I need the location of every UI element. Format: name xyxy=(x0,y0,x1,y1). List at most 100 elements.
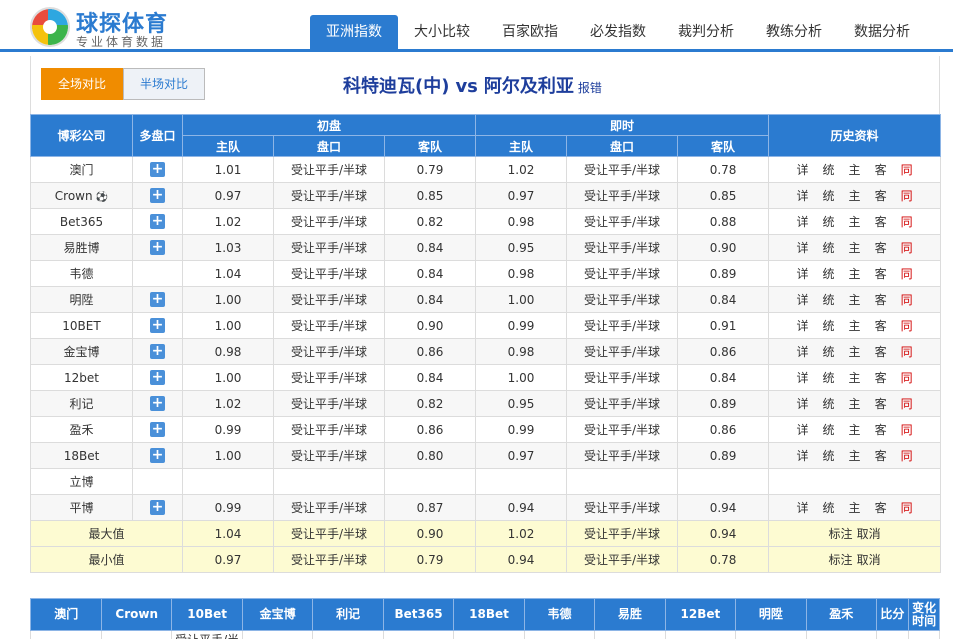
expand-plus-icon[interactable]: + xyxy=(150,370,165,385)
history-link-4[interactable]: 同 xyxy=(901,293,913,307)
history-link-0[interactable]: 详 xyxy=(797,189,809,203)
report-error-link[interactable]: 报错 xyxy=(578,81,602,95)
history-link-4[interactable]: 同 xyxy=(901,423,913,437)
history-link-2[interactable]: 主 xyxy=(849,215,861,229)
company-name[interactable]: 12bet xyxy=(30,364,133,391)
history-link-2[interactable]: 主 xyxy=(849,501,861,515)
history-link-2[interactable]: 主 xyxy=(849,163,861,177)
expand-plus-icon[interactable]: + xyxy=(150,188,165,203)
expand-plus-icon[interactable]: + xyxy=(150,318,165,333)
half-match-toggle[interactable]: 半场对比 xyxy=(123,68,205,100)
expand-plus-icon[interactable]: + xyxy=(150,292,165,307)
history-link-1[interactable]: 统 xyxy=(823,189,835,203)
history-link-3[interactable]: 客 xyxy=(875,319,887,333)
history-link-1[interactable]: 统 xyxy=(823,267,835,281)
history-link-3[interactable]: 客 xyxy=(875,189,887,203)
history-link-2[interactable]: 主 xyxy=(849,423,861,437)
history-link-0[interactable]: 详 xyxy=(797,319,809,333)
history-link-4[interactable]: 同 xyxy=(901,241,913,255)
history-link-2[interactable]: 主 xyxy=(849,267,861,281)
nav-tab-0[interactable]: 亚洲指数 xyxy=(310,15,398,49)
history-link-3[interactable]: 客 xyxy=(875,345,887,359)
history-link-4[interactable]: 同 xyxy=(901,501,913,515)
history-link-2[interactable]: 主 xyxy=(849,397,861,411)
history-link-4[interactable]: 同 xyxy=(901,189,913,203)
company-name[interactable]: 10BET xyxy=(30,312,133,339)
expand-plus-icon[interactable]: + xyxy=(150,396,165,411)
history-link-1[interactable]: 统 xyxy=(823,163,835,177)
nav-tab-5[interactable]: 教练分析 xyxy=(750,15,838,49)
company-name[interactable]: 澳门 xyxy=(30,156,133,183)
site-logo[interactable]: 球探体育 专业体育数据 xyxy=(30,6,190,50)
mark-button[interactable]: 标注 xyxy=(829,553,853,567)
history-link-0[interactable]: 详 xyxy=(797,423,809,437)
history-link-2[interactable]: 主 xyxy=(849,241,861,255)
history-link-2[interactable]: 主 xyxy=(849,449,861,463)
company-name[interactable]: Bet365 xyxy=(30,208,133,235)
history-link-1[interactable]: 统 xyxy=(823,215,835,229)
history-link-4[interactable]: 同 xyxy=(901,319,913,333)
history-link-0[interactable]: 详 xyxy=(797,267,809,281)
company-name[interactable]: 易胜博 xyxy=(30,234,133,261)
history-link-2[interactable]: 主 xyxy=(849,293,861,307)
history-link-1[interactable]: 统 xyxy=(823,423,835,437)
history-link-3[interactable]: 客 xyxy=(875,397,887,411)
history-link-0[interactable]: 详 xyxy=(797,449,809,463)
nav-tab-2[interactable]: 百家欧指 xyxy=(486,15,574,49)
history-link-1[interactable]: 统 xyxy=(823,371,835,385)
expand-plus-icon[interactable]: + xyxy=(150,422,165,437)
history-link-4[interactable]: 同 xyxy=(901,449,913,463)
mark-button[interactable]: 标注 xyxy=(829,527,853,541)
company-name[interactable]: 18Bet xyxy=(30,442,133,469)
history-link-3[interactable]: 客 xyxy=(875,215,887,229)
history-link-0[interactable]: 详 xyxy=(797,501,809,515)
history-link-0[interactable]: 详 xyxy=(797,345,809,359)
nav-tab-3[interactable]: 必发指数 xyxy=(574,15,662,49)
history-link-2[interactable]: 主 xyxy=(849,345,861,359)
history-link-2[interactable]: 主 xyxy=(849,319,861,333)
expand-plus-icon[interactable]: + xyxy=(150,214,165,229)
history-link-3[interactable]: 客 xyxy=(875,371,887,385)
history-link-0[interactable]: 详 xyxy=(797,163,809,177)
history-link-2[interactable]: 主 xyxy=(849,189,861,203)
company-name[interactable]: 立博 xyxy=(30,468,133,495)
history-link-1[interactable]: 统 xyxy=(823,319,835,333)
history-link-3[interactable]: 客 xyxy=(875,449,887,463)
history-link-2[interactable]: 主 xyxy=(849,371,861,385)
company-name[interactable]: 明陞 xyxy=(30,286,133,313)
history-link-3[interactable]: 客 xyxy=(875,163,887,177)
expand-plus-icon[interactable]: + xyxy=(150,162,165,177)
history-link-4[interactable]: 同 xyxy=(901,345,913,359)
history-link-1[interactable]: 统 xyxy=(823,501,835,515)
history-link-3[interactable]: 客 xyxy=(875,293,887,307)
nav-tab-4[interactable]: 裁判分析 xyxy=(662,15,750,49)
history-link-1[interactable]: 统 xyxy=(823,449,835,463)
company-name[interactable]: 金宝博 xyxy=(30,338,133,365)
company-name[interactable]: 平博 xyxy=(30,494,133,521)
history-link-4[interactable]: 同 xyxy=(901,397,913,411)
company-name[interactable]: 利记 xyxy=(30,390,133,417)
history-link-0[interactable]: 详 xyxy=(797,371,809,385)
expand-plus-icon[interactable]: + xyxy=(150,344,165,359)
history-link-0[interactable]: 详 xyxy=(797,215,809,229)
company-name[interactable]: Crown ⚽ xyxy=(30,182,133,209)
history-link-3[interactable]: 客 xyxy=(875,423,887,437)
nav-tab-1[interactable]: 大小比较 xyxy=(398,15,486,49)
history-link-3[interactable]: 客 xyxy=(875,501,887,515)
history-link-1[interactable]: 统 xyxy=(823,241,835,255)
history-link-4[interactable]: 同 xyxy=(901,163,913,177)
history-link-0[interactable]: 详 xyxy=(797,397,809,411)
full-match-toggle[interactable]: 全场对比 xyxy=(41,68,123,100)
history-link-4[interactable]: 同 xyxy=(901,215,913,229)
nav-tab-6[interactable]: 数据分析 xyxy=(838,15,926,49)
expand-plus-icon[interactable]: + xyxy=(150,240,165,255)
expand-plus-icon[interactable]: + xyxy=(150,500,165,515)
company-name[interactable]: 盈禾 xyxy=(30,416,133,443)
history-link-1[interactable]: 统 xyxy=(823,345,835,359)
history-link-0[interactable]: 详 xyxy=(797,241,809,255)
history-link-1[interactable]: 统 xyxy=(823,397,835,411)
history-link-3[interactable]: 客 xyxy=(875,241,887,255)
history-link-0[interactable]: 详 xyxy=(797,293,809,307)
cancel-button[interactable]: 取消 xyxy=(857,527,881,541)
cancel-button[interactable]: 取消 xyxy=(857,553,881,567)
